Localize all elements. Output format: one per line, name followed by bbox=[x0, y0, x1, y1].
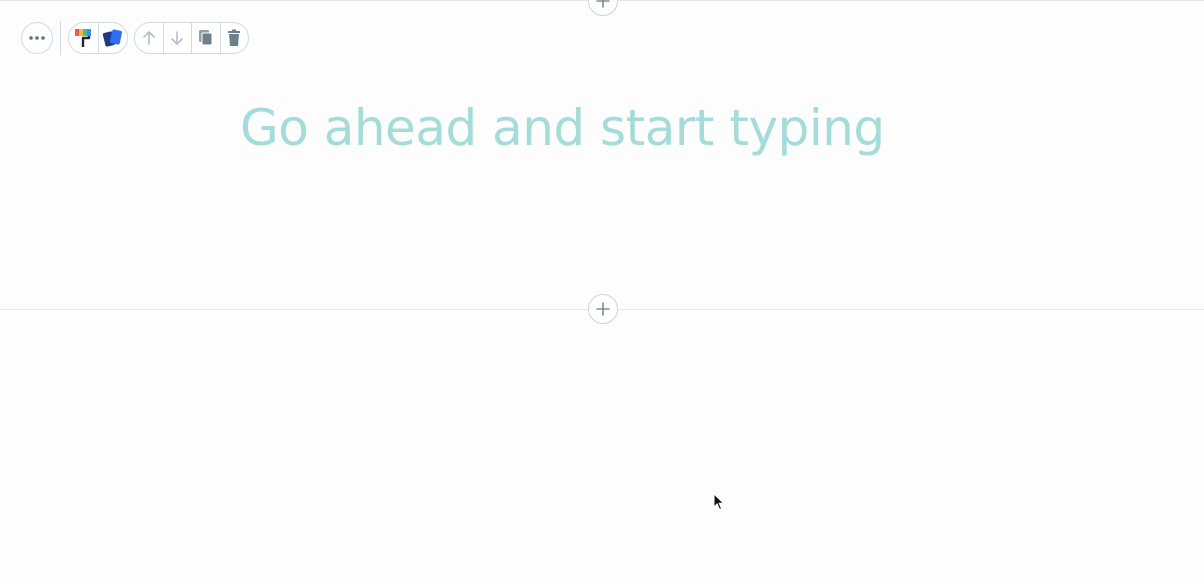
mouse-pointer-icon bbox=[713, 493, 725, 511]
add-section-button-top[interactable] bbox=[588, 0, 618, 16]
move-up-button[interactable] bbox=[135, 23, 163, 53]
more-horizontal-icon bbox=[29, 36, 45, 40]
section-actions-group bbox=[134, 22, 249, 54]
section-style-group bbox=[68, 22, 128, 54]
duplicate-icon bbox=[198, 30, 213, 46]
trash-icon bbox=[228, 29, 241, 46]
text-placeholder[interactable]: Go ahead and start typing bbox=[240, 98, 885, 158]
section-color-button[interactable] bbox=[97, 23, 128, 53]
plus-icon bbox=[596, 302, 610, 316]
duplicate-button[interactable] bbox=[191, 23, 220, 53]
paint-roller-icon bbox=[75, 29, 92, 47]
add-section-button[interactable] bbox=[588, 294, 618, 324]
section-design-button[interactable] bbox=[69, 23, 98, 53]
arrow-up-icon bbox=[142, 31, 155, 45]
toolbar-separator bbox=[60, 21, 61, 55]
plus-icon bbox=[596, 0, 610, 8]
arrow-down-icon bbox=[171, 31, 184, 45]
move-down-button[interactable] bbox=[162, 23, 192, 53]
more-options-button[interactable] bbox=[21, 22, 53, 54]
color-cards-icon bbox=[102, 29, 122, 47]
delete-button[interactable] bbox=[219, 23, 249, 53]
